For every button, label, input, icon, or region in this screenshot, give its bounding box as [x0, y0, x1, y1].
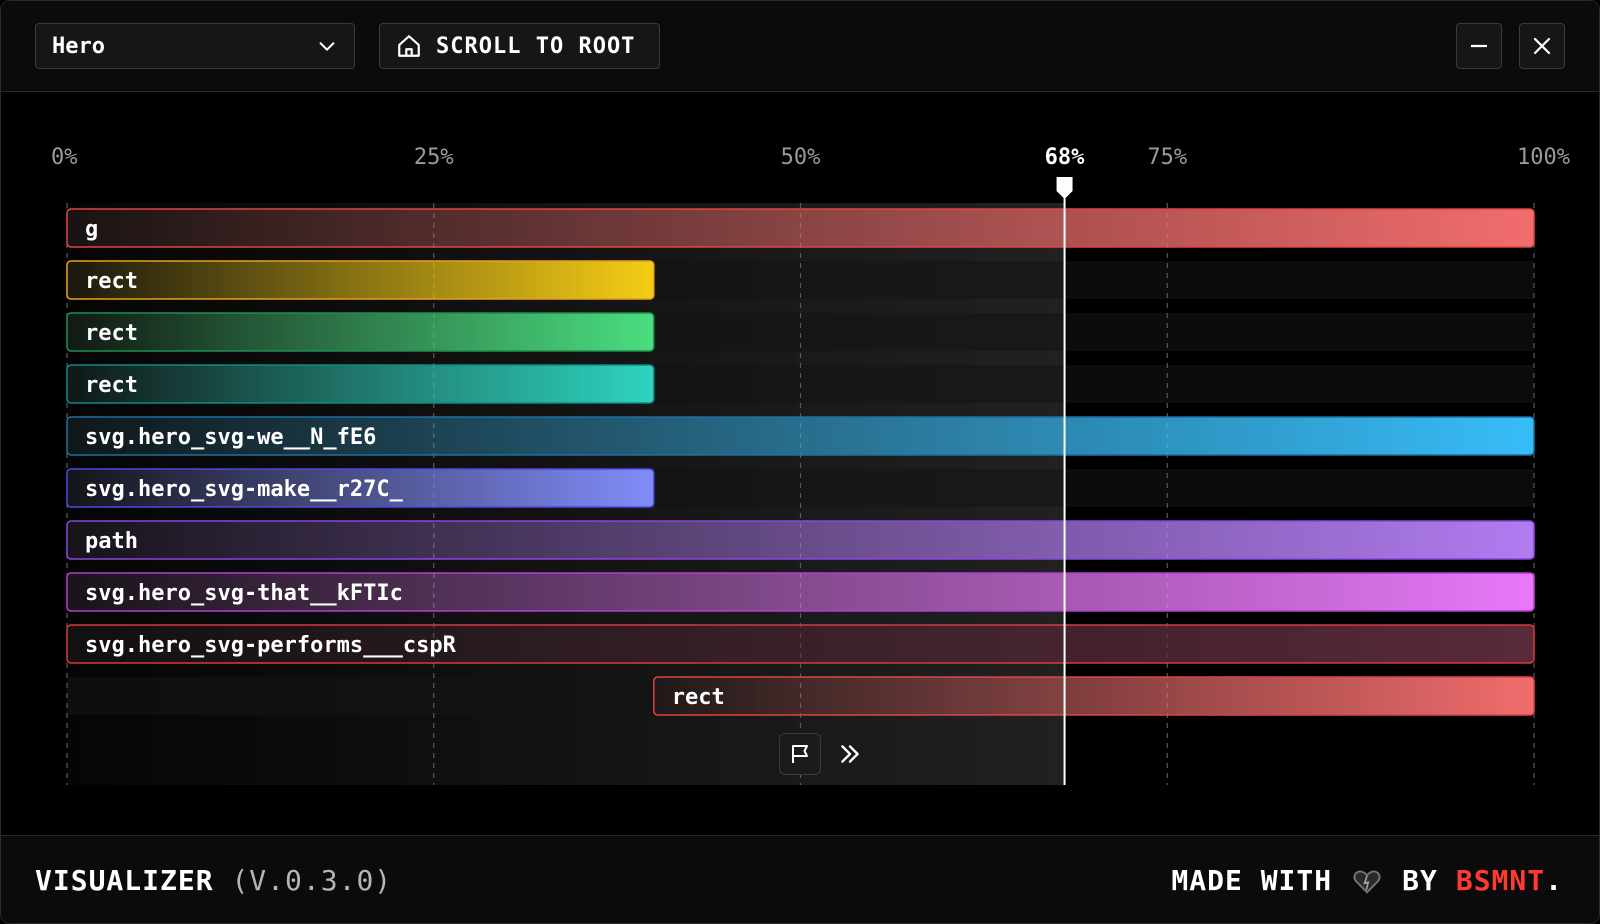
by-label: BY	[1402, 864, 1438, 897]
app-version: (V.0.3.0)	[231, 864, 393, 897]
heart-icon	[1353, 870, 1381, 894]
header-bar: Hero SCROLL TO ROOT	[1, 1, 1599, 92]
bar-label: svg.hero_svg-make__r27C_	[85, 477, 404, 502]
playhead-label: 68%	[1045, 145, 1085, 170]
minimize-icon	[1471, 44, 1487, 48]
brand-suffix: .	[1545, 864, 1563, 897]
scroll-to-root-button[interactable]: SCROLL TO ROOT	[379, 23, 660, 69]
footer-bar: VISUALIZER (V.0.3.0) MADE WITH BY BSMNT.	[1, 835, 1599, 923]
home-icon	[398, 35, 420, 57]
component-select[interactable]: Hero	[35, 23, 355, 69]
timeline-bar	[66, 312, 655, 352]
timeline-bar	[66, 364, 655, 404]
flag-icon	[792, 745, 808, 763]
close-icon	[1533, 37, 1551, 55]
scroll-to-root-label: SCROLL TO ROOT	[436, 33, 636, 59]
component-select-value: Hero	[52, 33, 105, 59]
axis-tick-label: 25%	[414, 145, 454, 170]
app-title: VISUALIZER (V.0.3.0)	[35, 864, 392, 897]
timeline-bar	[66, 520, 1535, 560]
bar-label: svg.hero_svg-that__kFTIc	[85, 581, 403, 606]
close-button[interactable]	[1519, 23, 1565, 69]
skip-forward-button[interactable]	[835, 733, 865, 775]
axis-tick-label: 50%	[781, 145, 821, 170]
made-with-label: MADE WITH	[1171, 864, 1333, 897]
bar-label: path	[85, 529, 138, 554]
brand-link[interactable]: BSMNT	[1456, 864, 1545, 897]
minimize-button[interactable]	[1456, 23, 1502, 69]
app-name: VISUALIZER	[35, 864, 214, 897]
axis-tick-label: 75%	[1147, 145, 1187, 170]
bar-label: g	[85, 217, 98, 242]
bar-label: svg.hero_svg-we__N_fE6	[85, 425, 376, 450]
bar-label: rect	[672, 685, 725, 710]
bar-label: rect	[85, 269, 138, 294]
timeline-bar	[66, 260, 655, 300]
axis-tick-label: 0%	[51, 145, 78, 170]
chevrons-right-icon	[841, 745, 859, 763]
timeline-chart: 0% 25% 50% 75% 100% g rect rect rect svg.hero_svg…	[1, 91, 1599, 835]
visualizer-window: Hero SCROLL TO ROOT 0% 25% 50% 75% 100% g rect…	[0, 0, 1600, 924]
playhead-handle	[1056, 177, 1073, 199]
timeline-plot: 0% 25% 50% 75% 100% g rect rect rect svg.hero_svg…	[51, 145, 1570, 785]
timeline-bar	[653, 676, 1535, 716]
chevron-down-icon	[319, 42, 335, 51]
bar-label: rect	[85, 373, 138, 398]
timeline-bar	[66, 208, 1535, 248]
flag-button[interactable]	[779, 733, 821, 775]
axis-tick-label: 100%	[1517, 145, 1570, 170]
bar-label: svg.hero_svg-performs___cspR	[85, 633, 457, 658]
bar-label: rect	[85, 321, 138, 346]
credits: MADE WITH BY BSMNT.	[1171, 864, 1563, 897]
